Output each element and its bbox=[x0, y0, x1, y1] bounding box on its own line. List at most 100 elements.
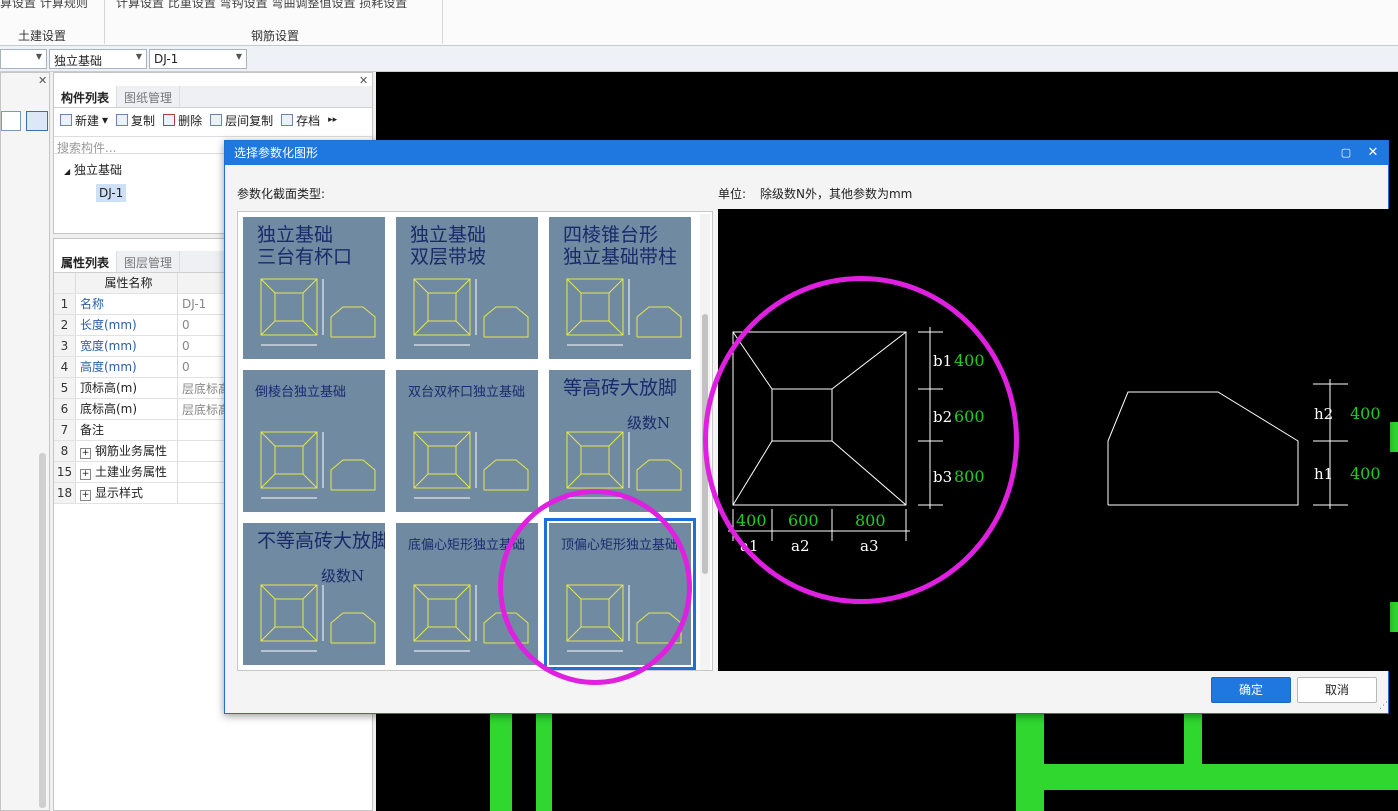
property-name-text: 长度(mm) bbox=[80, 318, 137, 332]
row-number: 3 bbox=[54, 336, 76, 356]
shape-thumbnail[interactable]: 等高砖大放脚 级数N bbox=[549, 370, 691, 512]
cancel-button[interactable]: 取消 bbox=[1297, 677, 1377, 703]
row-number: 2 bbox=[54, 315, 76, 335]
property-name: + 土建业务属性 bbox=[76, 462, 178, 482]
tree-root[interactable]: ◢ 独立基础 bbox=[64, 161, 122, 178]
property-name-text: 顶标高(m) bbox=[80, 381, 138, 395]
tab-layer-management[interactable]: 图层管理 bbox=[117, 251, 181, 272]
chevron-down-icon: ▼ bbox=[235, 52, 242, 61]
property-name: + 钢筋业务属性 bbox=[76, 441, 178, 461]
collapse-icon[interactable]: ◢ bbox=[64, 167, 70, 176]
item-combo[interactable]: DJ-1 ▼ bbox=[149, 49, 247, 69]
new-button[interactable]: 新建 ▾ bbox=[60, 112, 108, 129]
h1-value[interactable]: 400 bbox=[1350, 464, 1381, 483]
section-outline bbox=[1107, 391, 1299, 506]
delete-icon bbox=[163, 114, 176, 126]
list-view-icon[interactable] bbox=[1, 111, 21, 131]
expand-icon[interactable]: + bbox=[80, 469, 91, 480]
green-wall bbox=[1184, 712, 1202, 772]
close-icon[interactable]: ✕ bbox=[38, 74, 47, 87]
tab-drawing-management[interactable]: 图纸管理 bbox=[117, 86, 181, 107]
new-label: 新建 bbox=[75, 113, 100, 128]
property-value[interactable]: 0 bbox=[178, 339, 190, 353]
dim-h1-label: h1 bbox=[1314, 465, 1333, 483]
green-wall bbox=[1390, 602, 1398, 632]
tree-root-label: 独立基础 bbox=[73, 163, 122, 177]
row-number: 6 bbox=[54, 399, 76, 419]
floor-copy-button[interactable]: 层间复制 bbox=[210, 112, 273, 129]
green-wall bbox=[490, 712, 512, 811]
header-name: 属性名称 bbox=[76, 273, 178, 293]
delete-label: 删除 bbox=[178, 113, 203, 128]
close-icon[interactable]: ✕ bbox=[1361, 141, 1385, 165]
row-number: 18 bbox=[54, 483, 76, 503]
more-icon[interactable]: ▸▸ bbox=[328, 115, 337, 125]
ribbon-top-mid[interactable]: 计算设置 比重设置 弯钩设置 弯曲调整值设置 损耗设置 bbox=[116, 0, 407, 11]
dim-h2-label: h2 bbox=[1314, 405, 1333, 423]
property-name: 底标高(m) bbox=[76, 399, 178, 419]
maximize-icon[interactable]: ▢ bbox=[1334, 141, 1358, 165]
group-rebar-title: 钢筋设置 bbox=[251, 29, 300, 43]
property-value[interactable]: DJ-1 bbox=[178, 297, 206, 311]
shape-thumbnail[interactable]: 独立基础 双层带坡 bbox=[396, 217, 538, 359]
ok-button[interactable]: 确定 bbox=[1211, 677, 1291, 703]
ribbon: 算设置 计算规则 计算设置 比重设置 弯钩设置 弯曲调整值设置 损耗设置 土建设… bbox=[0, 0, 1398, 46]
detail-view-icon[interactable] bbox=[26, 111, 48, 131]
unit-label: 单位: bbox=[718, 187, 747, 201]
property-name-text: 底标高(m) bbox=[80, 402, 138, 416]
group-civil-title: 土建设置 bbox=[18, 29, 67, 43]
scrollbar[interactable] bbox=[39, 453, 46, 808]
property-value[interactable]: 0 bbox=[178, 360, 190, 374]
property-value[interactable]: 层底标高 bbox=[178, 380, 230, 397]
floor-copy-label: 层间复制 bbox=[225, 113, 274, 128]
ribbon-divider bbox=[442, 0, 443, 44]
unit-text: 除级数N外，其他参数为mm bbox=[760, 187, 913, 201]
green-wall bbox=[536, 712, 552, 811]
tab-property-list[interactable]: 属性列表 bbox=[54, 251, 118, 272]
shape-thumbnail[interactable]: 双台双杯口独立基础 bbox=[396, 370, 538, 512]
property-value[interactable]: 0 bbox=[178, 318, 190, 332]
expand-icon[interactable]: + bbox=[80, 490, 91, 501]
thumbnail-subtitle: 三台有杯口 bbox=[257, 246, 352, 268]
shape-thumbnail[interactable]: 不等高砖大放脚 级数N bbox=[243, 523, 385, 665]
row-number: 7 bbox=[54, 420, 76, 440]
thumbnail-subtitle: 双层带坡 bbox=[410, 246, 486, 268]
shape-thumbnail[interactable]: 四棱锥台形 独立基础带柱 bbox=[549, 217, 691, 359]
thumbnail-title: 等高砖大放脚 bbox=[563, 377, 677, 399]
ribbon-top-left[interactable]: 算设置 计算规则 bbox=[0, 0, 88, 11]
ribbon-divider bbox=[104, 0, 105, 44]
property-name-text: 备注 bbox=[80, 423, 105, 437]
dialog-title: 选择参数化图形 bbox=[234, 146, 319, 160]
property-value[interactable]: 层底标高 bbox=[178, 401, 230, 418]
thumbnail-title: 双台双杯口独立基础 bbox=[408, 385, 525, 400]
resize-grip-icon[interactable]: ⋰ bbox=[1379, 701, 1388, 711]
close-icon[interactable]: ✕ bbox=[359, 74, 368, 87]
row-number: 8 bbox=[54, 441, 76, 461]
property-name: + 显示样式 bbox=[76, 483, 178, 503]
property-name: 名称 bbox=[76, 294, 178, 314]
property-name: 顶标高(m) bbox=[76, 378, 178, 398]
delete-button[interactable]: 删除 bbox=[163, 112, 202, 129]
type-combo[interactable]: 独立基础 ▼ bbox=[49, 49, 147, 69]
shape-thumbnail[interactable]: 倒棱台独立基础 bbox=[243, 370, 385, 512]
component-tabs: 构件列表 图纸管理 bbox=[54, 86, 372, 108]
thumbnail-subtitle: 独立基础带柱 bbox=[563, 246, 677, 268]
navigation-panel: ✕ bbox=[0, 72, 50, 811]
floor-combo[interactable]: ▼ bbox=[0, 49, 47, 69]
h2-value[interactable]: 400 bbox=[1350, 404, 1381, 423]
thumbnail-title: 四棱锥台形 bbox=[563, 224, 658, 246]
property-name: 长度(mm) bbox=[76, 315, 178, 335]
selector-bar: ▼ 独立基础 ▼ DJ-1 ▼ bbox=[0, 46, 1398, 72]
save-button[interactable]: 存档 bbox=[281, 112, 320, 129]
item-combo-value: DJ-1 bbox=[154, 52, 179, 66]
tree-item-dj1[interactable]: DJ-1 bbox=[96, 184, 127, 202]
shape-thumbnail[interactable]: 独立基础 三台有杯口 bbox=[243, 217, 385, 359]
tab-component-list[interactable]: 构件列表 bbox=[54, 86, 118, 107]
thumbnail-title: 独立基础 bbox=[410, 224, 486, 246]
expand-icon[interactable]: + bbox=[80, 448, 91, 459]
property-name-text: 显示样式 bbox=[95, 486, 144, 500]
row-number: 1 bbox=[54, 294, 76, 314]
green-wall bbox=[1390, 422, 1398, 452]
property-name-text: 高度(mm) bbox=[80, 360, 137, 374]
copy-button[interactable]: 复制 bbox=[116, 112, 155, 129]
